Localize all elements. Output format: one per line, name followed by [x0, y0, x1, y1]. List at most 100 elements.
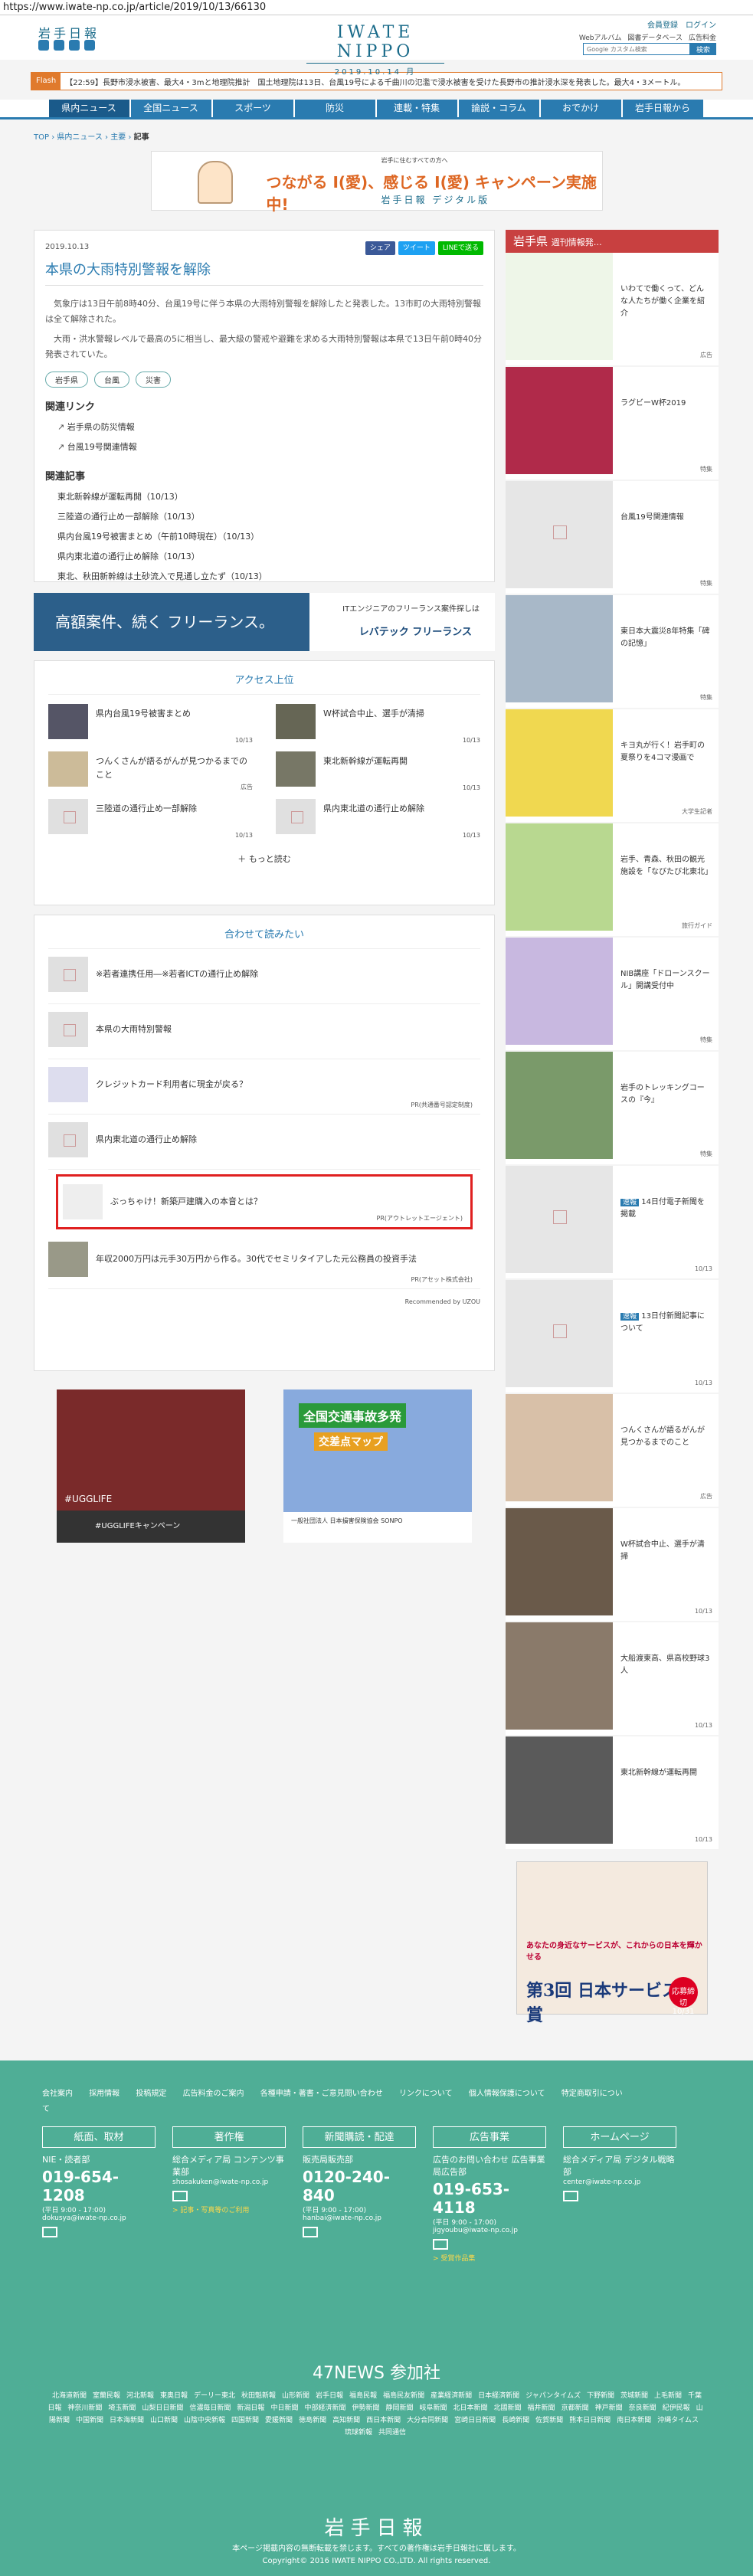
- footer-col-email[interactable]: jigyoubu@iwate-np.co.jp: [433, 2227, 546, 2234]
- line-share-button[interactable]: LINEで送る: [437, 241, 483, 255]
- member-paper-link[interactable]: 熊本日日新聞: [569, 2417, 611, 2424]
- breadcrumb-main[interactable]: 主要: [110, 133, 126, 142]
- footer-link[interactable]: 会社案内: [42, 2090, 73, 2098]
- sidebar-item[interactable]: 速報 13日付新聞記事について 10/13: [506, 1280, 719, 1394]
- nav-disaster[interactable]: 防災: [294, 100, 375, 117]
- recommend-item[interactable]: クレジットカード利用者に現金が戻る？ PR(共通番号認定制度): [48, 1059, 480, 1115]
- member-paper-link[interactable]: デーリー東北: [194, 2392, 235, 2400]
- related-article[interactable]: 東北、秋田新幹線は土砂流入で見通し立たず（10/13）: [45, 567, 483, 587]
- member-paper-link[interactable]: 長崎新聞: [502, 2417, 529, 2424]
- member-paper-link[interactable]: 京都新聞: [561, 2404, 589, 2412]
- sidebar-item[interactable]: 速報 14日付電子新聞を掲載 10/13: [506, 1166, 719, 1280]
- sidebar-item[interactable]: 東北新幹線が運転再開 10/13: [506, 1736, 719, 1851]
- member-paper-link[interactable]: 信濃毎日新聞: [189, 2404, 231, 2412]
- nav-prefecture-news[interactable]: 県内ニュース: [48, 100, 129, 117]
- tag-typhoon[interactable]: 台風: [94, 372, 129, 388]
- recommend-item[interactable]: 本県の大雨特別警報: [48, 1004, 480, 1059]
- twitter-icon[interactable]: [38, 40, 49, 51]
- mail-icon[interactable]: [563, 2191, 578, 2201]
- member-paper-link[interactable]: 琉球新報: [345, 2429, 372, 2437]
- sidebar-item[interactable]: いわてで働くって、どんな人たちが働く企業を紹介 広告: [506, 253, 719, 367]
- member-paper-link[interactable]: 下野新聞: [587, 2392, 614, 2400]
- link-database[interactable]: 図書データベース: [627, 32, 683, 42]
- member-paper-link[interactable]: 福井新聞: [528, 2404, 555, 2412]
- tag-disaster[interactable]: 災害: [136, 372, 171, 388]
- ranking-item[interactable]: 三陸道の通行止め一部解除 10/13: [48, 799, 253, 846]
- nav-from-nippo[interactable]: 岩手日報から: [622, 100, 703, 117]
- link-ad-rates[interactable]: 広告料金: [689, 32, 716, 42]
- tag-iwate[interactable]: 岩手県: [45, 372, 88, 388]
- campaign-banner[interactable]: 岩手に住むすべての方へ つながる I(愛)、感じる I(愛) キャンペーン実施中…: [150, 151, 603, 214]
- sidebar-item[interactable]: 大船渡東高、県高校野球3人 10/13: [506, 1622, 719, 1736]
- member-paper-link[interactable]: 四国新聞: [231, 2417, 259, 2424]
- ranking-item[interactable]: 県内東北道の通行止め解除 10/13: [276, 799, 480, 846]
- powered-by[interactable]: Recommended by UZOU: [48, 1298, 480, 1305]
- member-paper-link[interactable]: 西日本新聞: [366, 2417, 401, 2424]
- related-article[interactable]: 東北新幹線が運転再開（10/13）: [45, 487, 483, 507]
- member-paper-link[interactable]: 福島民報: [349, 2392, 377, 2400]
- recommend-item-highlighted[interactable]: ぶっちゃけ！新築戸建購入の本音とは？ PR(アウトレットエージェント): [56, 1174, 473, 1229]
- footer-col-email[interactable]: dokusya@iwate-np.co.jp: [42, 2214, 156, 2222]
- nav-sports[interactable]: スポーツ: [212, 100, 293, 117]
- member-paper-link[interactable]: 神奈川新聞: [67, 2404, 102, 2412]
- member-paper-link[interactable]: 日本海新聞: [110, 2417, 144, 2424]
- sidebar-item[interactable]: キヨ丸が行く！岩手町の夏祭りを4コマ漫画で 大学生記者: [506, 709, 719, 823]
- ranking-item[interactable]: 県内台風19号被害まとめ 10/13: [48, 704, 253, 751]
- breadcrumb-prefecture[interactable]: 県内ニュース: [57, 133, 103, 142]
- footer-link[interactable]: 各種申請・著書・ご意見問い合わせ: [260, 2090, 383, 2098]
- member-paper-link[interactable]: ジャパンタイムズ: [525, 2392, 581, 2400]
- member-paper-link[interactable]: 福島民友新聞: [383, 2392, 424, 2400]
- related-link[interactable]: 岩手県の防災情報: [45, 417, 483, 437]
- footer-col-phone[interactable]: 019-654-1208: [42, 2168, 156, 2204]
- member-paper-link[interactable]: 岐阜新聞: [420, 2404, 447, 2412]
- service-award-ad[interactable]: あなたの身近なサービスが、これからの日本を輝かせる 第3回 日本サービス大賞 応…: [516, 1861, 708, 2025]
- member-paper-link[interactable]: 室蘭民報: [93, 2392, 120, 2400]
- member-paper-link[interactable]: 愛媛新聞: [265, 2417, 293, 2424]
- footer-link[interactable]: リンクについて: [399, 2090, 453, 2098]
- member-paper-link[interactable]: 山形新聞: [282, 2392, 309, 2400]
- levtech-ad[interactable]: 高額案件、続く フリーランス。 ITエンジニアのフリーランス案件探しは レバテッ…: [34, 593, 495, 651]
- member-paper-link[interactable]: 神戸新聞: [595, 2404, 623, 2412]
- ranking-item[interactable]: 東北新幹線が運転再開 10/13: [276, 751, 480, 799]
- related-link[interactable]: 台風19号関連情報: [45, 437, 483, 457]
- footer-link[interactable]: 個人情報保護について: [469, 2090, 545, 2098]
- recommend-item[interactable]: 年収2000万円は元手30万円から作る。30代でセミリタイアした元公務員の投資手…: [48, 1234, 480, 1289]
- member-paper-link[interactable]: 南日本新聞: [617, 2417, 651, 2424]
- traffic-map-ad[interactable]: 全国交通事故多発 交差点マップ 一般社団法人 日本損害保険協会 SONPO: [283, 1389, 472, 1543]
- nav-columns[interactable]: 論説・コラム: [458, 100, 539, 117]
- member-paper-link[interactable]: 伊勢新聞: [352, 2404, 379, 2412]
- member-paper-link[interactable]: 秋田魁新報: [241, 2392, 276, 2400]
- member-paper-link[interactable]: 北海道新聞: [52, 2392, 87, 2400]
- nav-national-news[interactable]: 全国ニュース: [130, 100, 211, 117]
- search-button[interactable]: 検索: [690, 43, 716, 55]
- account-links[interactable]: 会員登録 ログイン: [647, 18, 716, 30]
- footer-col-email[interactable]: shosakuken@iwate-np.co.jp: [172, 2178, 286, 2186]
- member-paper-link[interactable]: 大分合同新聞: [407, 2417, 448, 2424]
- more-button[interactable]: ＋ もっと読む: [48, 853, 480, 865]
- sidebar-item[interactable]: つんくさんが語るがんが見つかるまでのこと 広告: [506, 1394, 719, 1508]
- footer-link[interactable]: 採用情報: [89, 2090, 119, 2098]
- member-paper-link[interactable]: 北日本新聞: [453, 2404, 488, 2412]
- footer-col-link[interactable]: > 受賞作品集: [433, 2253, 546, 2263]
- footer-link[interactable]: 広告料金のご案内: [183, 2090, 244, 2098]
- breadcrumb-top[interactable]: TOP: [34, 133, 49, 142]
- footer-logo[interactable]: 岩手日報: [0, 2512, 753, 2541]
- sidebar-item[interactable]: NIB講座「ドローンスクール」開講受付中 特集: [506, 938, 719, 1052]
- member-paper-link[interactable]: 河北新報: [126, 2392, 154, 2400]
- member-paper-link[interactable]: 奈良新聞: [629, 2404, 656, 2412]
- brand-logo[interactable]: IWATE NIPPO 2019.10.14 月: [306, 23, 444, 77]
- member-paper-link[interactable]: 静岡新聞: [385, 2404, 413, 2412]
- footer-col-email[interactable]: hanbai@iwate-np.co.jp: [303, 2214, 416, 2222]
- site-logo-small[interactable]: 岩手日報: [38, 23, 100, 41]
- member-paper-link[interactable]: 沖縄タイムス: [657, 2417, 699, 2424]
- ranking-item[interactable]: W杯試合中止、選手が清掃 10/13: [276, 704, 480, 751]
- facebook-icon[interactable]: [54, 40, 64, 51]
- sidebar-item[interactable]: 岩手、青森、秋田の観光施設を「なびたび北東北」 旅行ガイド: [506, 823, 719, 938]
- member-paper-link[interactable]: 共同通信: [378, 2429, 406, 2437]
- recommend-item[interactable]: ※若者連携任用―※若者ICTの通行止め解除: [48, 949, 480, 1004]
- member-paper-link[interactable]: 岩手日報: [316, 2392, 343, 2400]
- member-paper-link[interactable]: 茨城新聞: [620, 2392, 648, 2400]
- member-paper-link[interactable]: 北國新聞: [494, 2404, 522, 2412]
- member-paper-link[interactable]: 山梨日日新聞: [142, 2404, 183, 2412]
- related-article[interactable]: 三陸道の通行止め一部解除（10/13）: [45, 507, 483, 527]
